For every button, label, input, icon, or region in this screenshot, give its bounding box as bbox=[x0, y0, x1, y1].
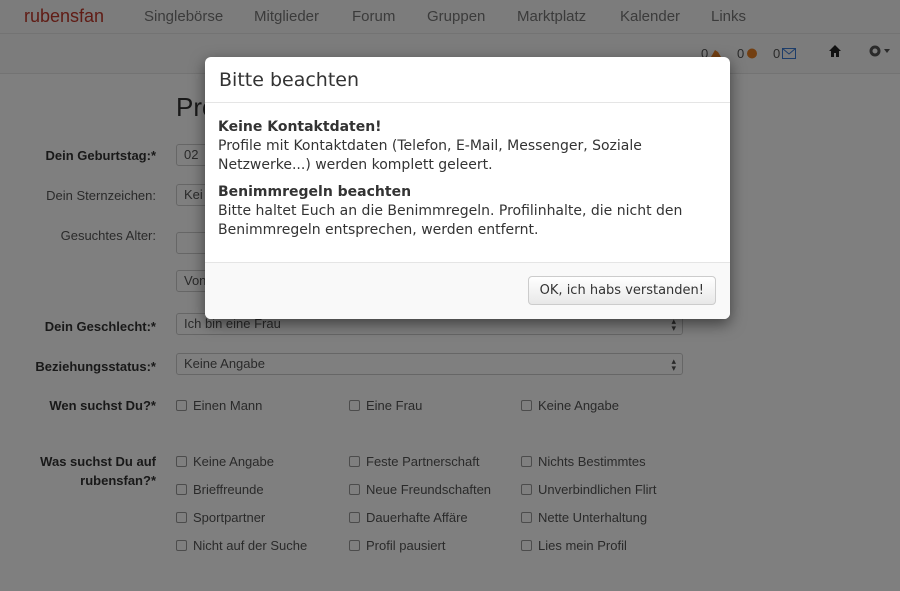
modal-section-heading: Benimmregeln beachten bbox=[218, 184, 412, 200]
modal-section-heading: Keine Kontaktdaten! bbox=[218, 119, 382, 135]
modal-header: Bitte beachten bbox=[205, 57, 730, 103]
modal-body: Keine Kontaktdaten! Profile mit Kontaktd… bbox=[205, 103, 730, 240]
modal-section-text: Profile mit Kontaktdaten (Telefon, E-Mai… bbox=[218, 138, 642, 173]
modal-title: Bitte beachten bbox=[219, 69, 360, 91]
modal-section-text: Bitte haltet Euch an die Benimmregeln. P… bbox=[218, 203, 683, 238]
notice-modal: Bitte beachten Keine Kontaktdaten! Profi… bbox=[205, 57, 730, 319]
modal-footer: OK, ich habs verstanden! bbox=[205, 262, 730, 319]
modal-section-contact: Keine Kontaktdaten! Profile mit Kontaktd… bbox=[218, 118, 717, 175]
ok-understood-button[interactable]: OK, ich habs verstanden! bbox=[527, 276, 716, 305]
modal-section-rules: Benimmregeln beachten Bitte haltet Euch … bbox=[218, 183, 717, 240]
